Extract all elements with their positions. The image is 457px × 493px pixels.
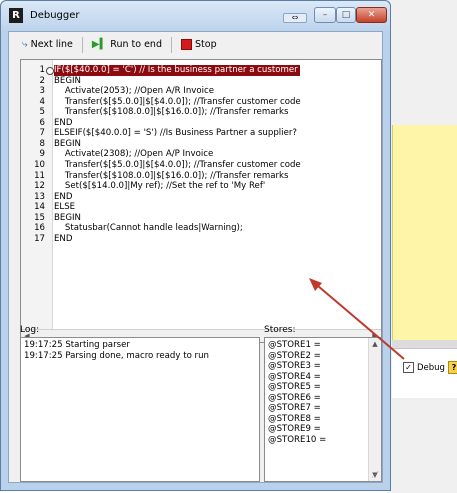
code-line[interactable]: ELSEIF($[$40.0.0] = 'S') //Is Business P…: [54, 128, 297, 139]
debug-checkbox[interactable]: ✓: [403, 362, 414, 373]
store-entry: @STORE2 =: [268, 350, 321, 361]
line-number: 13: [34, 191, 45, 202]
code-line[interactable]: END: [54, 192, 72, 203]
background-lower-area: [392, 398, 457, 493]
line-number: 1: [39, 65, 45, 75]
log-label: Log:: [20, 325, 40, 335]
line-number: 5: [39, 107, 45, 118]
code-line[interactable]: Transfer($[$5.0.0]|$[$4.0.0]); //Transfe…: [54, 160, 301, 171]
line-number: 10: [34, 159, 45, 170]
toolbar: ⤷ Next line ▶▍ Run to end Stop: [9, 32, 392, 57]
code-line-current[interactable]: IF($[$40.0.0] = 'C') // Is the business …: [54, 65, 300, 76]
debugger-client-area: ⤷ Next line ▶▍ Run to end Stop ◀ ▶ 1 IF($…: [8, 31, 383, 483]
code-line[interactable]: Activate(2308); //Open A/P Invoice: [54, 149, 213, 160]
store-entry: @STORE7 =: [268, 403, 321, 413]
store-entry: @STORE1 =: [268, 340, 321, 350]
restore-icon[interactable]: ⇔: [283, 13, 307, 23]
store-entry: @STORE10 =: [268, 434, 327, 445]
code-line[interactable]: Transfer($[$108.0.0]|$[$16.0.0]); //Tran…: [54, 171, 289, 182]
toolbar-separator: [171, 36, 172, 53]
close-button[interactable]: ✕: [356, 7, 387, 23]
code-line[interactable]: Transfer($[$5.0.0]|$[$4.0.0]); //Transfe…: [54, 97, 301, 108]
line-number: 16: [34, 223, 45, 234]
next-line-label: Next line: [30, 39, 73, 50]
stop-icon: [181, 39, 192, 50]
debug-label: Debug: [417, 362, 445, 373]
code-line[interactable]: Statusbar(Cannot handle leads|Warning);: [54, 223, 243, 234]
code-line[interactable]: END: [54, 234, 72, 245]
line-number: 9: [39, 149, 45, 160]
line-number: 8: [39, 138, 45, 149]
code-line[interactable]: Set($[$14.0.0]|My ref); //Set the ref to…: [54, 181, 265, 192]
code-line[interactable]: Activate(2053); //Open A/R Invoice: [54, 86, 214, 97]
background-yellow-area: [392, 125, 457, 340]
vertical-scrollbar[interactable]: ▲ ▼: [368, 338, 381, 481]
code-editor[interactable]: ◀ ▶ 1 IF($[$40.0.0] = 'C') // Is the busi…: [20, 59, 382, 343]
log-entry: 19:17:25 Parsing done, macro ready to ru…: [24, 350, 209, 361]
run-to-end-icon: ▶▍: [91, 39, 108, 50]
line-number: 15: [34, 212, 45, 223]
run-to-end-button[interactable]: ▶▍ Run to end: [89, 37, 165, 52]
code-line[interactable]: END: [54, 118, 72, 129]
background-divider: [392, 340, 457, 348]
code-line[interactable]: BEGIN: [54, 76, 81, 87]
stop-label: Stop: [195, 39, 217, 50]
line-number: 12: [34, 181, 45, 192]
store-entry: @STORE9 =: [268, 424, 321, 434]
log-entry: 19:17:25 Starting parser: [24, 340, 130, 350]
line-number: 11: [34, 170, 45, 181]
line-number: 14: [34, 202, 45, 213]
code-line[interactable]: BEGIN: [54, 139, 81, 150]
stores-panel[interactable]: @STORE1 = @STORE2 = @STORE3 = @STORE4 = @STO…: [264, 337, 382, 482]
title-bar[interactable]: R Debugger ⇔ – □ ✕: [1, 1, 390, 31]
store-entry: @STORE4 =: [268, 371, 321, 382]
line-number: 7: [39, 128, 45, 139]
debug-option[interactable]: ✓ Debug ?: [403, 361, 457, 374]
line-number: 17: [34, 233, 45, 244]
line-number: 3: [39, 86, 45, 97]
code-line[interactable]: BEGIN: [54, 213, 81, 224]
maximize-button[interactable]: □: [336, 7, 356, 23]
next-line-icon: ⤷: [22, 39, 28, 50]
log-panel[interactable]: 19:17:25 Starting parser 19:17:25 Parsing…: [20, 337, 260, 482]
store-entry: @STORE8 =: [268, 413, 321, 424]
store-entry: @STORE6 =: [268, 392, 321, 403]
stores-label: Stores:: [264, 325, 296, 335]
toolbar-separator: [81, 36, 83, 53]
code-line[interactable]: Transfer($[$108.0.0]|$[$16.0.0]); //Tran…: [54, 107, 289, 118]
debugger-window: R Debugger ⇔ – □ ✕ ⤷ Next line ▶▍ Run to…: [0, 0, 391, 491]
help-icon[interactable]: ?: [447, 361, 457, 374]
store-entry: @STORE3 =: [268, 361, 321, 371]
minimize-button[interactable]: –: [314, 7, 336, 23]
line-number: 4: [39, 96, 45, 107]
resize-grip-icon[interactable]: ⋰: [371, 470, 379, 479]
window-title: Debugger: [30, 10, 80, 21]
run-to-end-label: Run to end: [110, 39, 162, 50]
stop-button[interactable]: Stop: [178, 37, 220, 52]
current-line-marker-icon[interactable]: [46, 66, 54, 75]
scroll-up-icon[interactable]: ▲: [369, 338, 381, 350]
line-number: 2: [39, 75, 45, 86]
store-entry: @STORE5 =: [268, 382, 321, 392]
line-number: 6: [39, 117, 45, 128]
app-icon: R: [9, 8, 23, 23]
code-line[interactable]: ELSE: [54, 202, 75, 213]
next-line-button[interactable]: ⤷ Next line: [19, 37, 76, 52]
